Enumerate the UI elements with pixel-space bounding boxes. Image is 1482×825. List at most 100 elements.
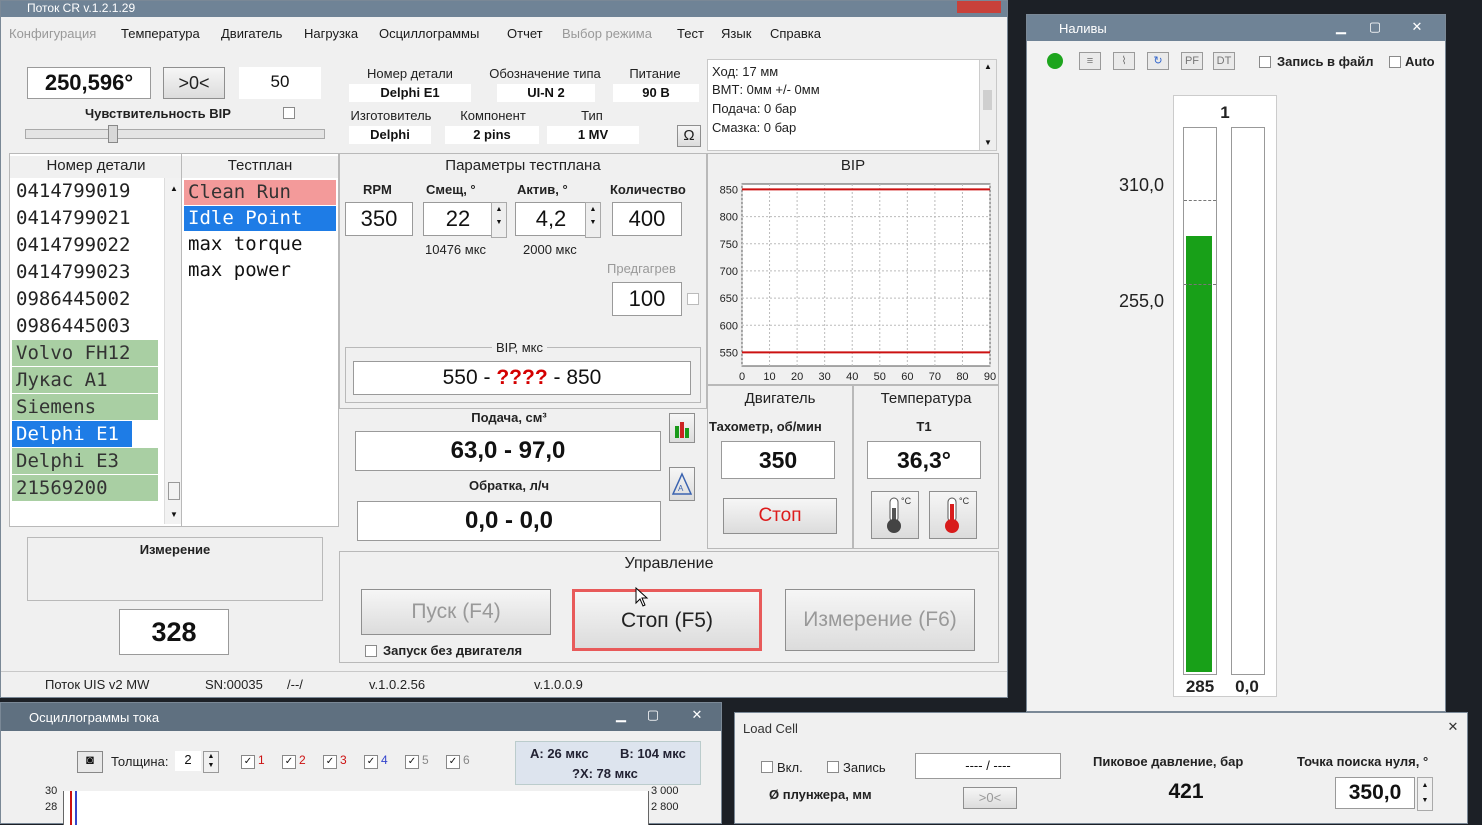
close-icon[interactable]: ✕ xyxy=(1401,17,1433,37)
ohm-button[interactable]: Ω xyxy=(677,125,701,147)
preheat-checkbox[interactable] xyxy=(687,293,699,305)
tacho-label: Тахометр, об/мин xyxy=(709,419,822,434)
dt-button[interactable]: DT xyxy=(1213,52,1235,70)
slider-thumb[interactable] xyxy=(108,125,118,143)
record-checkbox[interactable] xyxy=(1259,56,1271,68)
count-input[interactable]: 400 xyxy=(612,202,682,236)
channel-checkbox[interactable]: ✓ xyxy=(405,755,419,769)
minimize-icon[interactable]: ▁ xyxy=(605,705,637,725)
sensitivity-slider[interactable] xyxy=(25,125,325,143)
zero-search-value[interactable]: 350,0 xyxy=(1335,777,1415,809)
part-list-item[interactable]: 0414799021 xyxy=(12,205,158,231)
menu-mode-select[interactable]: Выбор режима xyxy=(562,26,652,41)
part-list-item[interactable]: Лукас А1 xyxy=(12,367,158,393)
offset-input[interactable]: 22 xyxy=(423,202,493,236)
close-icon[interactable]: ✕ xyxy=(681,705,713,725)
stepper-up-icon[interactable]: ▲ xyxy=(586,206,600,213)
zero-button[interactable]: >0< xyxy=(163,67,225,99)
info-scrollbar[interactable]: ▲ ▼ xyxy=(979,60,996,150)
close-icon[interactable] xyxy=(957,1,1001,13)
thermometer-cold-icon[interactable]: °C xyxy=(871,491,919,539)
thickness-stepper[interactable]: ▲ ▼ xyxy=(203,751,219,773)
auto-checkbox[interactable] xyxy=(1389,56,1401,68)
testplan-item[interactable]: Idle Point xyxy=(184,206,336,231)
maximize-icon[interactable]: ▢ xyxy=(637,705,669,725)
stop-button[interactable]: Стоп (F5) xyxy=(572,589,762,651)
maximize-icon[interactable]: ▢ xyxy=(1359,17,1391,37)
menu-report[interactable]: Отчет xyxy=(507,26,543,41)
menu-temperature[interactable]: Температура xyxy=(121,26,200,41)
minimize-icon[interactable]: ▁ xyxy=(1325,17,1357,37)
scroll-down-icon[interactable]: ▼ xyxy=(984,138,992,147)
part-list-item[interactable]: Delphi E3 xyxy=(12,448,158,474)
scroll-up-icon[interactable]: ▲ xyxy=(984,62,992,71)
channel-toggle[interactable]: ✓ 4 xyxy=(364,753,388,769)
zero-button[interactable]: >0< xyxy=(963,787,1017,809)
menu-help[interactable]: Справка xyxy=(770,26,821,41)
rpm-input[interactable]: 350 xyxy=(345,202,413,236)
close-icon[interactable]: ✕ xyxy=(1437,717,1469,737)
parts-scrollbar[interactable]: ▲ ▼ xyxy=(164,178,181,524)
part-list-item[interactable]: 21569200 xyxy=(12,475,158,501)
bip-chart-panel: ВІР 0 10 20 30 40 50 60 70 80 90 550 600 650 700 750 80… xyxy=(707,153,999,385)
channel-toggle[interactable]: ✓ 3 xyxy=(323,753,347,769)
menu-engine[interactable]: Двигатель xyxy=(221,26,282,41)
auto-calc-icon[interactable]: A xyxy=(669,467,695,501)
scroll-thumb[interactable] xyxy=(168,482,180,500)
channel-toggle[interactable]: ✓ 6 xyxy=(446,753,470,769)
scroll-down-icon[interactable]: ▼ xyxy=(170,510,178,519)
thickness-input[interactable]: 2 xyxy=(175,751,201,771)
stepper-up-icon[interactable]: ▲ xyxy=(492,206,506,213)
channel-toggle[interactable]: ✓ 2 xyxy=(282,753,306,769)
engine-stop-button[interactable]: Стоп xyxy=(723,498,837,534)
status-device: Поток UIS v2 MW xyxy=(45,677,150,692)
pf-button[interactable]: PF xyxy=(1181,52,1203,70)
part-list-item[interactable]: 0414799019 xyxy=(12,178,158,204)
start-button[interactable]: Пуск (F4) xyxy=(361,589,551,635)
bip-high: 850 xyxy=(566,366,602,389)
scroll-up-icon[interactable]: ▲ xyxy=(170,184,178,193)
part-list-item[interactable]: Delphi E1 xyxy=(12,421,132,447)
stepper-down-icon[interactable]: ▼ xyxy=(586,219,600,226)
offset-stepper[interactable]: ▲ ▼ xyxy=(491,202,507,238)
testplan-item[interactable]: max torque xyxy=(184,232,336,257)
bars-chart-icon[interactable] xyxy=(669,413,695,443)
channel-checkbox[interactable]: ✓ xyxy=(282,755,296,769)
no-engine-checkbox[interactable] xyxy=(365,645,377,657)
menu-oscillograms[interactable]: Осциллограммы xyxy=(379,26,479,41)
part-list-item[interactable]: 0986445003 xyxy=(12,313,158,339)
channel-checkbox[interactable]: ✓ xyxy=(241,755,255,769)
list-icon[interactable]: ≡ xyxy=(1079,52,1101,70)
active-input[interactable]: 4,2 xyxy=(515,202,587,236)
measure-button[interactable]: Измерение (F6) xyxy=(785,589,975,651)
active-stepper[interactable]: ▲ ▼ xyxy=(585,202,601,238)
part-list-item[interactable]: 0414799022 xyxy=(12,232,158,258)
scroll-thumb[interactable] xyxy=(983,90,992,110)
plunger-label: Ø плунжера, мм xyxy=(769,787,872,802)
thermometer-hot-icon[interactable]: °C xyxy=(929,491,977,539)
channel-checkbox[interactable]: ✓ xyxy=(323,755,337,769)
part-list-item[interactable]: Siemens xyxy=(12,394,158,420)
channel-checkbox[interactable]: ✓ xyxy=(446,755,460,769)
channel-checkbox[interactable]: ✓ xyxy=(364,755,378,769)
part-list-item[interactable]: 0986445002 xyxy=(12,286,158,312)
part-list-item[interactable]: Volvo FH12 xyxy=(12,340,158,366)
sensitivity-checkbox[interactable] xyxy=(283,107,295,119)
stepper-down-icon[interactable]: ▼ xyxy=(492,219,506,226)
menu-language[interactable]: Язык xyxy=(721,26,751,41)
camera-icon[interactable]: ◙ xyxy=(77,751,103,773)
chart-icon[interactable]: ⌇ xyxy=(1113,52,1135,70)
part-list-item[interactable]: 0414799023 xyxy=(12,259,158,285)
menu-load[interactable]: Нагрузка xyxy=(304,26,358,41)
zero-search-stepper[interactable]: ▲ ▼ xyxy=(1417,777,1433,811)
testplan-item[interactable]: max power xyxy=(184,258,336,283)
testplan-item[interactable]: Clean Run xyxy=(184,180,336,205)
enable-checkbox[interactable] xyxy=(761,761,773,773)
channel-toggle[interactable]: ✓ 1 xyxy=(241,753,265,769)
record-checkbox[interactable] xyxy=(827,761,839,773)
refresh-icon[interactable]: ↻ xyxy=(1147,52,1169,70)
menu-test[interactable]: Тест xyxy=(677,26,704,41)
menu-configuration[interactable]: Конфигурация xyxy=(9,26,96,41)
preheat-input[interactable]: 100 xyxy=(612,282,682,316)
channel-toggle[interactable]: ✓ 5 xyxy=(405,753,429,769)
